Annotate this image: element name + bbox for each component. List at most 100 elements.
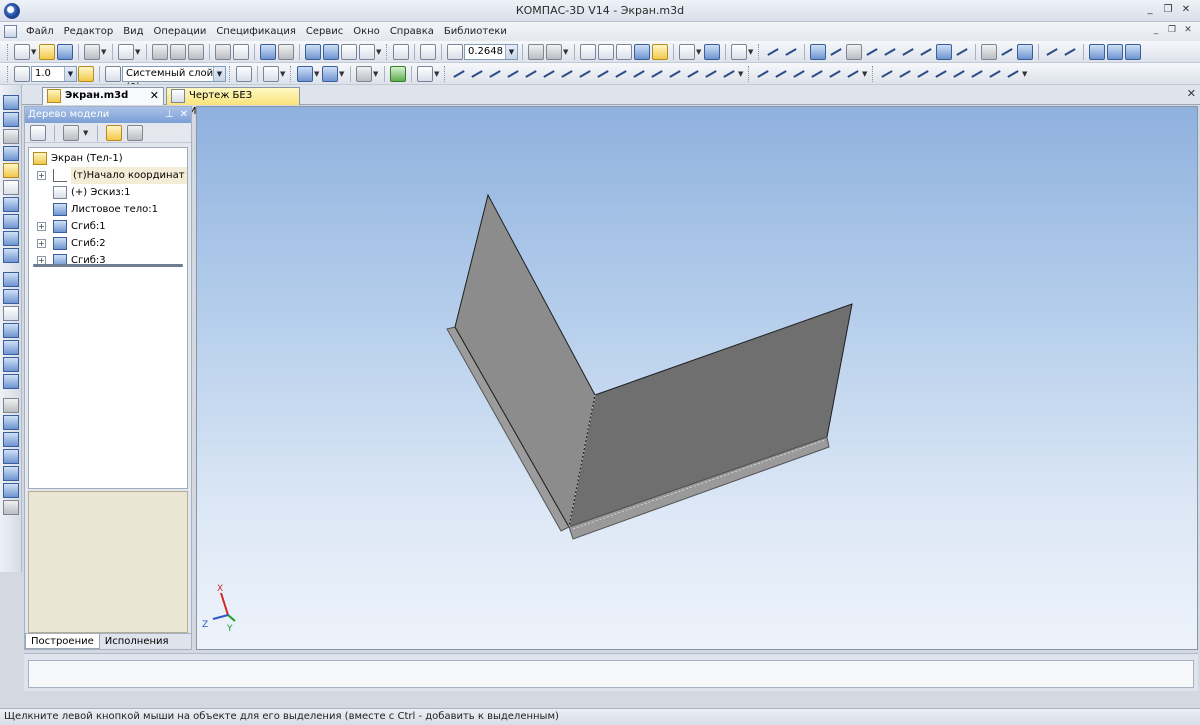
zoom-scale-select[interactable]: 0.2648 ▼ — [464, 43, 518, 60]
toolbar-grip[interactable] — [290, 65, 293, 82]
menu-specification[interactable]: Спецификация — [211, 26, 301, 37]
sheet-metal-line-icon[interactable] — [765, 44, 781, 60]
tangent-constraint-icon[interactable] — [951, 66, 967, 82]
extrude-icon[interactable] — [297, 65, 313, 82]
properties-icon[interactable] — [215, 43, 231, 60]
menu-help[interactable]: Справка — [385, 26, 439, 37]
circle-icon[interactable] — [523, 66, 539, 82]
tree-sort-icon[interactable] — [106, 124, 122, 141]
section-icon[interactable] — [731, 43, 747, 60]
horizontal-constraint-icon[interactable] — [879, 66, 895, 82]
toolbar-grip[interactable] — [7, 43, 10, 60]
rotate-sketch-icon[interactable] — [773, 66, 789, 82]
tool-array-icon[interactable] — [3, 248, 19, 263]
pin-icon[interactable]: ⊥ — [165, 107, 174, 123]
undo-icon[interactable] — [260, 43, 276, 60]
parallel-constraint-icon[interactable] — [915, 66, 931, 82]
flat-pattern-icon[interactable] — [1089, 43, 1105, 60]
tool-annotation-icon[interactable] — [3, 146, 19, 161]
plane-icon[interactable] — [356, 65, 372, 82]
tool-geometry-icon[interactable] — [3, 112, 19, 127]
tool-drawing-icon[interactable] — [3, 415, 19, 430]
cut-extrude-icon[interactable] — [981, 43, 997, 60]
close-panel-icon[interactable]: ✕ — [180, 107, 188, 123]
tool-surface-icon[interactable] — [3, 214, 19, 229]
project-icon[interactable] — [721, 66, 737, 82]
cut-dropdown-icon[interactable]: ▼ — [339, 70, 346, 78]
menu-operations[interactable]: Операции — [148, 26, 211, 37]
curve-icon[interactable] — [918, 44, 934, 60]
help-dropdown-icon[interactable]: ▼ — [376, 48, 383, 56]
close-window-button[interactable]: ✕ — [1178, 2, 1194, 18]
menu-window[interactable]: Окно — [348, 26, 385, 37]
hem-icon[interactable] — [864, 44, 880, 60]
geometry-dropdown-icon[interactable]: ▼ — [738, 70, 745, 78]
scale-icon[interactable] — [791, 66, 807, 82]
ellipse-icon[interactable] — [559, 66, 575, 82]
preview-icon[interactable] — [118, 43, 134, 60]
bend-by-line-icon[interactable] — [828, 44, 844, 60]
tool-editing-icon[interactable] — [3, 398, 19, 413]
chevron-down-icon[interactable]: ▼ — [213, 66, 225, 81]
tool-planes-icon[interactable] — [3, 466, 19, 481]
constraints-dropdown-icon[interactable]: ▼ — [1022, 70, 1029, 78]
tree-filter-icon[interactable] — [127, 124, 143, 141]
coordinate-system-icon[interactable] — [14, 65, 30, 82]
right-wall[interactable] — [568, 303, 853, 528]
thin-hidden-lines-icon[interactable] — [616, 43, 632, 60]
vertical-constraint-icon[interactable] — [897, 66, 913, 82]
open-folder-icon[interactable] — [39, 43, 55, 60]
bend-icon[interactable] — [846, 43, 862, 60]
toolbar-grip[interactable] — [229, 65, 232, 82]
menu-service[interactable]: Сервис — [301, 26, 348, 37]
toolbar-grip[interactable] — [444, 65, 447, 82]
fillet-icon[interactable] — [667, 66, 683, 82]
auxiliary-line-icon[interactable] — [487, 66, 503, 82]
text-style-icon[interactable] — [417, 65, 433, 82]
tab-build[interactable]: Построение — [25, 634, 100, 649]
segment-icon[interactable] — [469, 66, 485, 82]
print-icon[interactable] — [84, 43, 100, 60]
jog-icon[interactable] — [882, 44, 898, 60]
prompt-field[interactable] — [28, 660, 1194, 688]
paste-icon[interactable] — [188, 43, 204, 60]
perpendicular-constraint-icon[interactable] — [933, 66, 949, 82]
doc-restore-button[interactable]: ❐ — [1166, 24, 1178, 37]
polyline-icon[interactable] — [505, 66, 521, 82]
tree-view-mode-icon[interactable] — [63, 124, 79, 141]
tool-filter-icon[interactable] — [3, 163, 19, 178]
tool-measure-icon[interactable] — [3, 180, 19, 195]
arc-icon[interactable] — [541, 66, 557, 82]
sheet-metal-model[interactable]: X Y Z — [197, 107, 1198, 650]
tool-dimensions-icon[interactable] — [3, 129, 19, 144]
offset-icon[interactable] — [685, 66, 701, 82]
extrude-dropdown-icon[interactable]: ▼ — [314, 70, 321, 78]
layer-select[interactable]: Системный слой (0) ▼ — [122, 65, 226, 84]
expand-icon[interactable]: + — [37, 222, 46, 231]
edit-dropdown-icon[interactable]: ▼ — [280, 70, 287, 78]
plane-dropdown-icon[interactable]: ▼ — [373, 70, 380, 78]
edit-icon[interactable] — [263, 65, 279, 82]
new-document-icon[interactable] — [14, 43, 30, 60]
tool-routing-icon[interactable] — [3, 374, 19, 389]
variables-icon[interactable] — [305, 43, 321, 60]
save-icon[interactable] — [57, 43, 73, 60]
layer-icon[interactable] — [105, 65, 121, 82]
tool-mates-icon[interactable] — [3, 306, 19, 321]
snap-icon[interactable] — [78, 65, 94, 82]
text-style-dropdown-icon[interactable]: ▼ — [434, 70, 441, 78]
minimize-button[interactable]: _ — [1142, 2, 1158, 18]
bezier-icon[interactable] — [595, 66, 611, 82]
rip-icon[interactable] — [1062, 44, 1078, 60]
rebend-icon[interactable] — [1107, 43, 1123, 60]
doc-minimize-button[interactable]: _ — [1150, 24, 1162, 37]
doc-close-button[interactable]: ✕ — [1182, 24, 1194, 37]
edit-sketch-dropdown-icon[interactable]: ▼ — [862, 70, 869, 78]
tool-sheet-metal-icon[interactable] — [3, 197, 19, 212]
deform-icon[interactable] — [845, 66, 861, 82]
hidden-lines-icon[interactable] — [598, 43, 614, 60]
chevron-down-icon[interactable]: ▼ — [505, 44, 517, 59]
measure-icon[interactable] — [323, 43, 339, 60]
print-dropdown-icon[interactable]: ▼ — [101, 48, 108, 56]
tool-layers-icon[interactable] — [3, 449, 19, 464]
